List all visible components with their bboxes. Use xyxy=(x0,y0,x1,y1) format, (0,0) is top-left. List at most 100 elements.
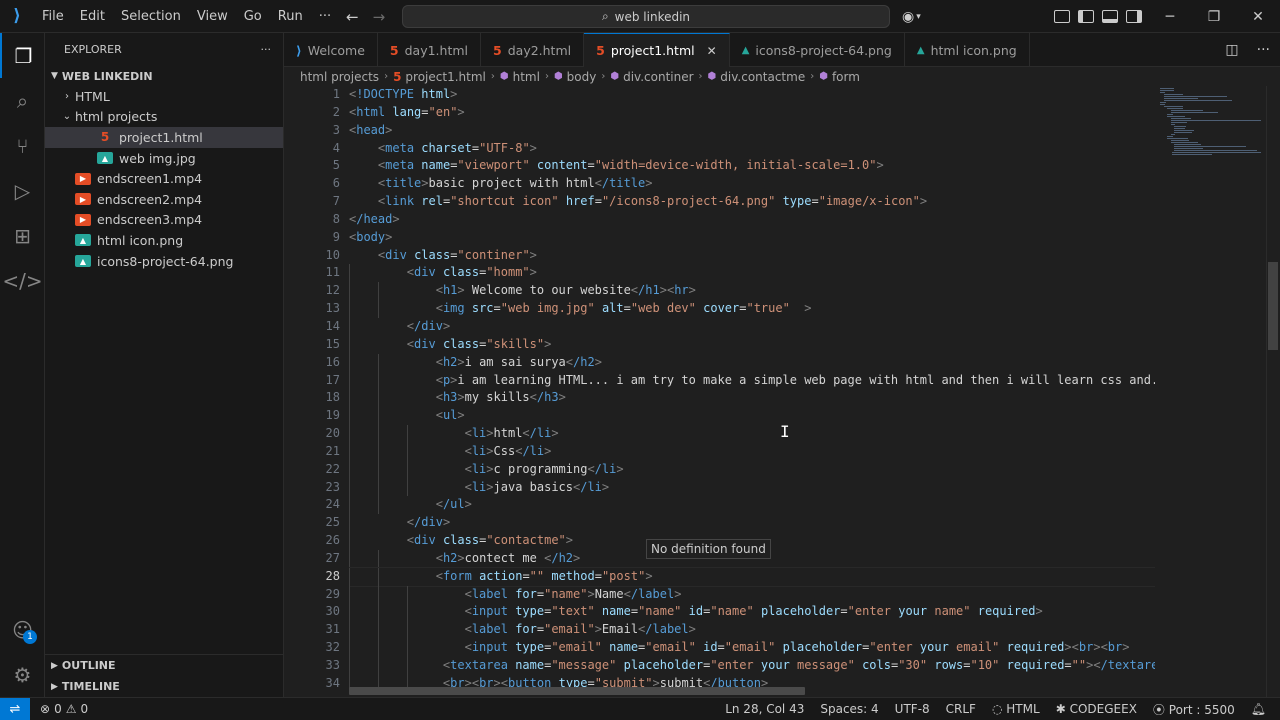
split-editor-icon[interactable]: ◫ xyxy=(1225,42,1238,58)
code-line[interactable]: <p>i am learning HTML... i am try to mak… xyxy=(349,371,1155,390)
menu-item-0[interactable]: File xyxy=(34,0,72,33)
workspace-root[interactable]: ▼ WEB LINKEDIN xyxy=(45,66,283,86)
horizontal-scrollbar[interactable] xyxy=(349,687,805,695)
code-line[interactable]: <li>Css</li> xyxy=(349,442,1155,461)
run-debug-icon[interactable]: ▷ xyxy=(0,168,45,213)
tree-item[interactable]: 5 project1.html xyxy=(45,127,283,148)
code-line[interactable]: <img src="web img.jpg" alt="web dev" cov… xyxy=(349,300,1155,318)
tab-project1-html[interactable]: 5 project1.html ✕ xyxy=(584,33,730,67)
code-line[interactable]: <input type="email" name="email" id="ema… xyxy=(349,639,1155,657)
codegeex-icon[interactable]: </> xyxy=(0,258,45,303)
more-actions-icon[interactable]: ··· xyxy=(1257,42,1270,58)
code-line[interactable]: <input type="text" name="name" id="name"… xyxy=(349,603,1155,622)
code-line[interactable]: </ul> xyxy=(349,496,1155,515)
menu-item-5[interactable]: Run xyxy=(270,0,311,33)
menu-item-4[interactable]: Go xyxy=(236,0,270,33)
breadcrumb-item[interactable]: html projects xyxy=(300,70,379,84)
code-line[interactable]: </head> xyxy=(349,211,1155,229)
vertical-scrollbar[interactable] xyxy=(1266,86,1280,697)
tree-item[interactable]: ▶ endscreen1.mp4 xyxy=(45,168,283,189)
tree-item[interactable]: ▲ html icon.png xyxy=(45,230,283,251)
code-line[interactable]: <title>basic project with html</title> xyxy=(349,175,1155,193)
tab-day2-html[interactable]: 5 day2.html xyxy=(481,33,585,67)
breadcrumb-item[interactable]: ⬢ form xyxy=(819,70,860,84)
remote-indicator-icon[interactable]: ⇌ xyxy=(0,698,30,720)
code-line[interactable]: <link rel="shortcut icon" href="/icons8-… xyxy=(349,193,1155,211)
cursor-position[interactable]: Ln 28, Col 43 xyxy=(725,702,804,716)
code-line[interactable]: <div class="continer"> xyxy=(349,247,1155,265)
code-line[interactable]: <li>java basics</li> xyxy=(349,478,1155,497)
code-line[interactable]: <body> xyxy=(349,229,1155,247)
breadcrumb-item[interactable]: ⬢ div.continer xyxy=(610,70,693,84)
tree-item[interactable]: ▶ endscreen3.mp4 xyxy=(45,210,283,231)
outline-section[interactable]: ▶ OUTLINE xyxy=(45,655,284,676)
tree-item[interactable]: ▲ icons8-project-64.png xyxy=(45,251,283,272)
copilot-button[interactable]: ◉ ▾ xyxy=(902,0,921,33)
menu-item-1[interactable]: Edit xyxy=(72,0,113,33)
code-line[interactable]: <li>c programming</li> xyxy=(349,460,1155,479)
source-control-icon[interactable]: ⑂ xyxy=(0,123,45,168)
scrollbar-thumb[interactable] xyxy=(1268,262,1278,350)
tab-welcome[interactable]: ⟩ Welcome xyxy=(284,33,378,67)
close-window-icon[interactable]: ✕ xyxy=(1236,0,1280,33)
minimize-icon[interactable]: ─ xyxy=(1148,0,1192,33)
code-line[interactable]: <div class="homm"> xyxy=(349,264,1155,283)
notifications-bell-icon[interactable]: 🔔︎ xyxy=(1251,702,1266,716)
tab-html-icon-png[interactable]: ▲ html icon.png xyxy=(905,33,1030,67)
close-tab-icon[interactable]: ✕ xyxy=(707,44,717,58)
extensions-icon[interactable]: ⊞ xyxy=(0,213,45,258)
code-line[interactable]: <form action="" method="post"> xyxy=(349,566,1155,587)
explorer-files-icon[interactable]: ❐ xyxy=(0,33,45,78)
manage-gear-icon[interactable]: ⚙ xyxy=(0,652,45,697)
code-line[interactable]: </div> xyxy=(349,317,1155,336)
code-line[interactable]: <ul> xyxy=(349,407,1155,426)
code-area[interactable]: <!DOCTYPE html> <html lang="en"> <head> <m… xyxy=(349,86,1155,693)
menu-item-2[interactable]: Selection xyxy=(113,0,189,33)
tree-item[interactable]: ▲ web img.jpg xyxy=(45,148,283,169)
code-line[interactable]: <meta name="viewport" content="width=dev… xyxy=(349,157,1155,175)
restore-icon[interactable]: ❐ xyxy=(1192,0,1236,33)
language-mode[interactable]: ◌ HTML xyxy=(992,702,1040,716)
codegeex-status[interactable]: ✱ CODEGEEX xyxy=(1056,702,1137,716)
code-line[interactable]: <h2>i am sai surya</h2> xyxy=(349,353,1155,372)
breadcrumb-item[interactable]: ⬢ div.contactme xyxy=(708,70,806,84)
end-of-line[interactable]: CRLF xyxy=(946,702,976,716)
toggle-panel-icon[interactable] xyxy=(1102,10,1118,23)
code-line[interactable]: <!DOCTYPE html> xyxy=(349,86,1155,104)
code-line[interactable]: <meta charset="UTF-8"> xyxy=(349,140,1155,158)
code-line[interactable]: <h3>my skills</h3> xyxy=(349,389,1155,408)
customize-layout-icon[interactable] xyxy=(1054,10,1070,23)
tree-item[interactable]: › HTML xyxy=(45,86,283,107)
tab-icons8-project-64-png[interactable]: ▲ icons8-project-64.png xyxy=(730,33,905,67)
search-view-icon[interactable]: ⌕ xyxy=(0,78,45,123)
problems-indicator[interactable]: ⊗ 0 ⚠ 0 xyxy=(30,702,88,716)
menu-item-6[interactable]: ··· xyxy=(311,0,339,33)
breadcrumb-item[interactable]: ⬢ html xyxy=(500,70,540,84)
code-editor[interactable]: 1 2 3 4 5 6 7 8 9 10 11 12 13 14 15 16 17 18 19 20 21 22 23 24 2… xyxy=(284,86,1280,697)
breadcrumb-item[interactable]: 5 project1.html xyxy=(393,70,486,84)
explorer-more-icon[interactable]: ··· xyxy=(261,43,272,56)
menu-item-3[interactable]: View xyxy=(189,0,236,33)
code-line[interactable]: <div class="skills"> xyxy=(349,335,1155,354)
code-line[interactable]: <label for="name">Name</label> xyxy=(349,585,1155,604)
tree-item[interactable]: ⌄ html projects xyxy=(45,107,283,128)
encoding[interactable]: UTF-8 xyxy=(895,702,930,716)
tree-item[interactable]: ▶ endscreen2.mp4 xyxy=(45,189,283,210)
command-center-search[interactable]: ⌕ web linkedin xyxy=(402,5,890,28)
code-line[interactable]: <textarea name="message" placeholder="en… xyxy=(349,657,1155,675)
code-line[interactable]: <html lang="en"> xyxy=(349,104,1155,122)
tab-day1-html[interactable]: 5 day1.html xyxy=(378,33,482,67)
breadcrumb-item[interactable]: ⬢ body xyxy=(554,70,596,84)
code-line[interactable]: </div> xyxy=(349,514,1155,533)
back-arrow-icon[interactable]: ← xyxy=(346,8,359,26)
code-line[interactable]: <label for="email">Email</label> xyxy=(349,621,1155,640)
live-server-port[interactable]: ⦿ Port : 5500 xyxy=(1153,701,1235,718)
minimap[interactable] xyxy=(1156,86,1266,697)
code-line[interactable]: <li>html</li> xyxy=(349,425,1155,443)
toggle-primary-sidebar-icon[interactable] xyxy=(1078,10,1094,23)
toggle-secondary-sidebar-icon[interactable] xyxy=(1126,10,1142,23)
code-line[interactable]: <h1> Welcome to our website</h1><hr> xyxy=(349,282,1155,301)
indentation[interactable]: Spaces: 4 xyxy=(820,702,878,716)
code-line[interactable]: <head> xyxy=(349,122,1155,140)
timeline-section[interactable]: ▶ TIMELINE xyxy=(45,676,284,697)
